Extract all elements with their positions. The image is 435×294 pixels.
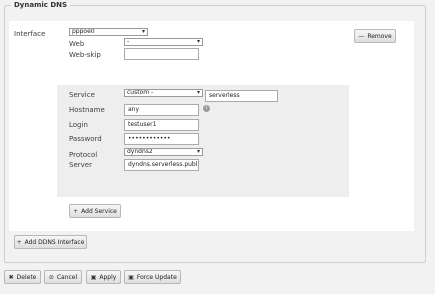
login-input[interactable]: testuser1 xyxy=(124,119,199,131)
service-name-input[interactable]: serverless xyxy=(205,90,278,102)
minus-icon: — xyxy=(358,32,365,40)
protocol-select[interactable]: dyndns2 ▾ xyxy=(124,148,203,156)
chevron-down-icon: ▾ xyxy=(196,89,200,96)
delete-button-label: Delete xyxy=(16,273,37,281)
remove-button-label: Remove xyxy=(367,32,392,40)
interface-label: Interface xyxy=(14,30,46,38)
interface-select[interactable]: pppoe0 ▾ xyxy=(69,28,148,36)
apply-button-label: Apply xyxy=(99,273,117,281)
protocol-label: Protocol xyxy=(69,151,98,159)
login-label: Login xyxy=(69,121,88,129)
add-service-label: Add Service xyxy=(81,207,117,215)
web-label: Web xyxy=(69,40,85,48)
service-select-value: custom - xyxy=(127,89,154,96)
info-icon[interactable]: i xyxy=(203,105,210,112)
chevron-down-icon: ▾ xyxy=(196,148,200,155)
add-ddns-interface-button[interactable]: + Add DDNS Interface xyxy=(14,235,87,249)
plus-icon: + xyxy=(16,238,22,246)
web-select[interactable]: - ▾ xyxy=(124,38,203,46)
password-input[interactable]: •••••••••••• xyxy=(124,133,199,145)
apply-button[interactable]: ▣ Apply xyxy=(86,270,121,284)
add-ddns-interface-label: Add DDNS Interface xyxy=(24,238,85,246)
section-title: Dynamic DNS xyxy=(11,1,71,9)
remove-button[interactable]: — Remove xyxy=(354,29,396,43)
cancel-button[interactable]: ⊘ Cancel xyxy=(44,270,82,284)
delete-button[interactable]: ✖ Delete xyxy=(4,270,41,284)
server-input[interactable]: dyndns.serverless.public xyxy=(124,159,199,171)
service-select[interactable]: custom - ▾ xyxy=(124,89,203,97)
delete-icon: ✖ xyxy=(8,273,14,281)
service-label: Service xyxy=(69,91,95,99)
cancel-icon: ⊘ xyxy=(48,273,54,281)
chevron-down-icon: ▾ xyxy=(141,28,145,35)
force-update-button[interactable]: ▣ Force Update xyxy=(124,270,181,284)
cancel-button-label: Cancel xyxy=(56,273,78,281)
server-label: Server xyxy=(69,161,92,169)
chevron-down-icon: ▾ xyxy=(196,38,200,45)
plus-icon: + xyxy=(73,207,79,215)
force-update-button-label: Force Update xyxy=(136,273,177,281)
save-icon: ▣ xyxy=(128,273,134,281)
hostname-label: Hostname xyxy=(69,106,105,114)
protocol-select-value: dyndns2 xyxy=(127,148,153,155)
password-label: Password xyxy=(69,135,102,143)
interface-select-value: pppoe0 xyxy=(72,28,95,35)
web-select-value: - xyxy=(127,38,130,45)
hostname-input[interactable]: any xyxy=(124,104,199,116)
webskip-input[interactable] xyxy=(124,48,199,60)
add-service-button[interactable]: + Add Service xyxy=(69,204,121,218)
webskip-label: Web-skip xyxy=(69,51,101,59)
save-icon: ▣ xyxy=(90,273,97,281)
